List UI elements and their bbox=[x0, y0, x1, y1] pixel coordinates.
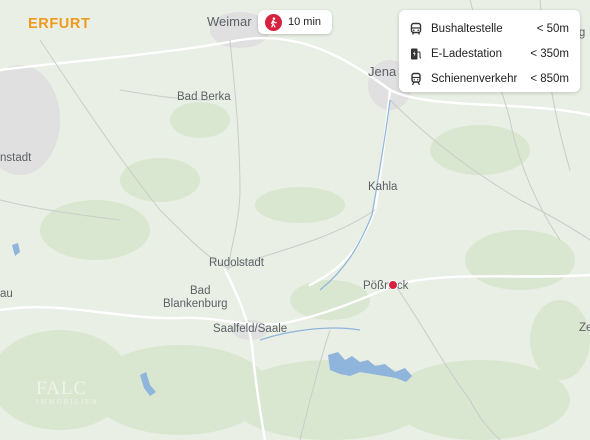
legend-distance-train: < 850m bbox=[530, 72, 569, 85]
walk-time-badge[interactable]: 10 min bbox=[258, 10, 332, 34]
walk-time-label: 10 min bbox=[288, 16, 322, 28]
legend-label-bus: Bushaltestelle bbox=[431, 22, 503, 35]
logo-sub-text: IMMOBILIEN bbox=[36, 398, 99, 406]
legend-row-bus: Bushaltestelle < 50m bbox=[409, 16, 569, 41]
legend-label-train: Schienenverkehr bbox=[431, 72, 518, 85]
bus-icon bbox=[409, 22, 423, 36]
place-label-weimar: Weimar bbox=[207, 14, 252, 29]
train-icon bbox=[409, 72, 423, 86]
place-label-saalfeld: Saalfeld/Saale bbox=[213, 323, 288, 335]
place-label-possneck: Pößneck bbox=[363, 280, 409, 292]
logo-main-text: FALC bbox=[36, 378, 88, 399]
place-label-blankenburg: Blankenburg bbox=[163, 298, 228, 310]
place-label-jena: Jena bbox=[368, 64, 397, 79]
legend-label-ev: E-Ladestation bbox=[431, 47, 502, 60]
legend-row-train: Schienenverkehr < 850m bbox=[409, 66, 569, 91]
legend-distance-bus: < 50m bbox=[536, 22, 569, 35]
transport-legend: Bushaltestelle < 50m E-Ladestation < 350… bbox=[399, 10, 580, 92]
city-label-erfurt: ERFURT bbox=[28, 16, 91, 32]
watermark-logo: FALC IMMOBILIEN bbox=[36, 378, 99, 406]
pedestrian-icon bbox=[265, 13, 282, 31]
place-label-ze: Ze bbox=[579, 322, 590, 334]
location-marker[interactable] bbox=[388, 280, 398, 290]
place-label-kahla: Kahla bbox=[368, 181, 398, 193]
ev-charging-icon bbox=[409, 47, 423, 61]
legend-distance-ev: < 350m bbox=[530, 47, 569, 60]
place-label-rudolstadt: Rudolstadt bbox=[209, 257, 264, 269]
place-label-au: au bbox=[0, 288, 13, 300]
map-canvas[interactable]: ERFURT Weimar Jena rg Bad Berka nstadt K… bbox=[0, 0, 590, 440]
legend-row-ev: E-Ladestation < 350m bbox=[409, 41, 569, 66]
place-label-stadt: nstadt bbox=[0, 152, 32, 164]
place-label-bad-berka: Bad Berka bbox=[177, 91, 231, 103]
place-label-bad: Bad bbox=[190, 285, 211, 297]
